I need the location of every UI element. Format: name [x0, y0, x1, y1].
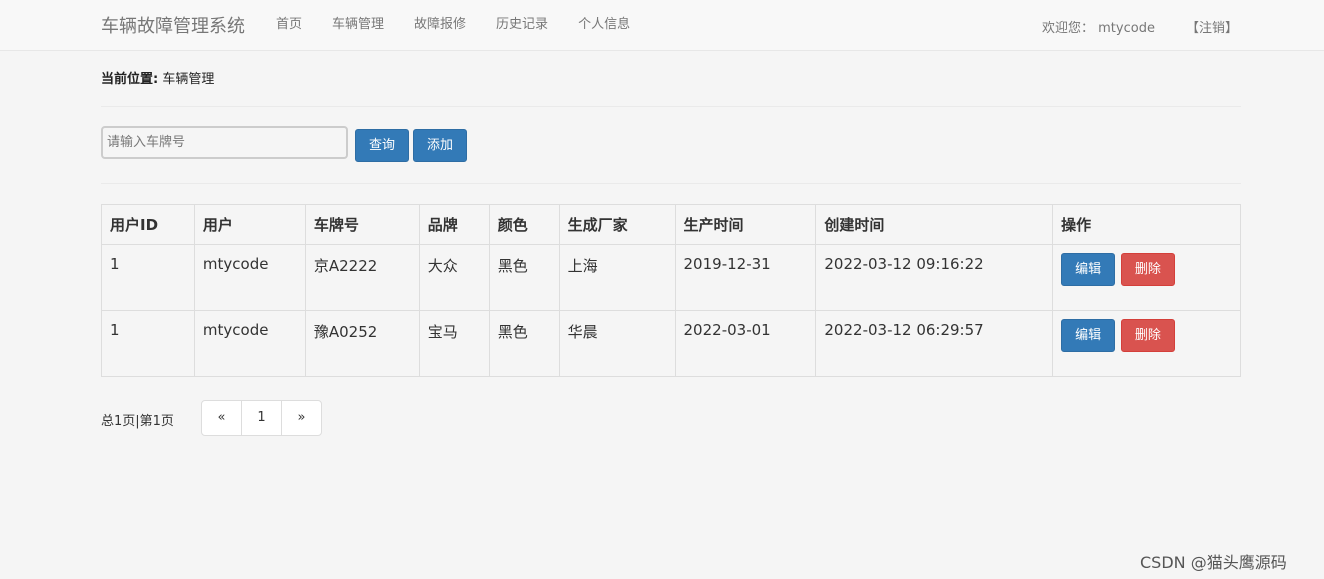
breadcrumb-current: 车辆管理 — [162, 72, 215, 87]
col-header-user: 用户 — [193, 204, 306, 245]
breadcrumb: 当前位置: 车辆管理 — [101, 68, 214, 87]
cell-brand: 宝马 — [418, 310, 490, 377]
nav-item-home[interactable]: 首页 — [261, 0, 317, 50]
cell-brand: 大众 — [418, 244, 490, 311]
add-button[interactable]: 添加 — [413, 129, 467, 162]
nav-item-history[interactable]: 历史记录 — [481, 0, 563, 50]
query-button[interactable]: 查询 — [355, 129, 409, 162]
col-header-actions: 操作 — [1052, 204, 1241, 245]
cell-plate: 京A2222 — [304, 244, 420, 311]
plate-search-input[interactable] — [101, 126, 348, 159]
logout-link[interactable]: 【注销】 — [1186, 17, 1238, 36]
cell-actions: 编辑 删除 — [1052, 244, 1241, 311]
cell-color: 黑色 — [488, 310, 560, 377]
col-header-plate: 车牌号 — [304, 204, 420, 245]
col-header-color: 颜色 — [488, 204, 560, 245]
cell-color: 黑色 — [488, 244, 560, 311]
col-header-user-id: 用户ID — [101, 204, 195, 245]
col-header-created: 创建时间 — [815, 204, 1054, 245]
delete-button[interactable]: 删除 — [1120, 253, 1175, 286]
cell-created: 2022-03-12 06:29:57 — [815, 310, 1054, 377]
col-header-maker: 生成厂家 — [558, 204, 676, 245]
delete-button[interactable]: 删除 — [1120, 319, 1175, 352]
edit-button[interactable]: 编辑 — [1061, 253, 1116, 286]
breadcrumb-label: 当前位置: — [101, 72, 159, 87]
navbar: 车辆故障管理系统 首页 车辆管理 故障报修 历史记录 个人信息 欢迎您： mty… — [0, 0, 1324, 51]
vehicle-table: 用户ID 用户 车牌号 品牌 颜色 生成厂家 生产时间 创建时间 操作 1 mt… — [101, 204, 1241, 377]
brand-title[interactable]: 车辆故障管理系统 — [101, 12, 245, 38]
pagination-page-1[interactable]: 1 — [241, 400, 282, 436]
table-header-row: 用户ID 用户 车牌号 品牌 颜色 生成厂家 生产时间 创建时间 操作 — [101, 204, 1241, 245]
table-row: 1 mtycode 京A2222 大众 黑色 上海 2019-12-31 202… — [101, 244, 1241, 311]
watermark: CSDN @猫头鹰源码 — [1140, 553, 1287, 572]
cell-produced: 2022-03-01 — [674, 310, 817, 377]
nav-item-vehicle-management[interactable]: 车辆管理 — [317, 0, 399, 50]
cell-user: mtycode — [193, 244, 306, 311]
cell-user-id: 1 — [101, 310, 195, 377]
table-row: 1 mtycode 豫A0252 宝马 黑色 华晨 2022-03-01 202… — [101, 310, 1241, 377]
cell-user: mtycode — [193, 310, 306, 377]
pagination: « 1 » — [201, 400, 322, 436]
edit-button[interactable]: 编辑 — [1061, 319, 1116, 352]
nav-item-profile[interactable]: 个人信息 — [563, 0, 645, 50]
col-header-produced: 生产时间 — [674, 204, 817, 245]
cell-user-id: 1 — [101, 244, 195, 311]
nav-item-fault-report[interactable]: 故障报修 — [399, 0, 481, 50]
pagination-next[interactable]: » — [281, 400, 322, 436]
cell-maker: 上海 — [558, 244, 676, 311]
cell-actions: 编辑 删除 — [1052, 310, 1241, 377]
cell-produced: 2019-12-31 — [674, 244, 817, 311]
divider-bottom — [101, 183, 1241, 184]
col-header-brand: 品牌 — [418, 204, 490, 245]
page-info: 总1页|第1页 — [101, 414, 174, 429]
cell-plate: 豫A0252 — [304, 310, 420, 377]
pagination-prev[interactable]: « — [201, 400, 242, 436]
cell-maker: 华晨 — [558, 310, 676, 377]
divider-top — [101, 106, 1241, 107]
cell-created: 2022-03-12 09:16:22 — [815, 244, 1054, 311]
welcome-text: 欢迎您： mtycode — [1042, 21, 1155, 36]
main-nav: 首页 车辆管理 故障报修 历史记录 个人信息 — [261, 0, 645, 50]
